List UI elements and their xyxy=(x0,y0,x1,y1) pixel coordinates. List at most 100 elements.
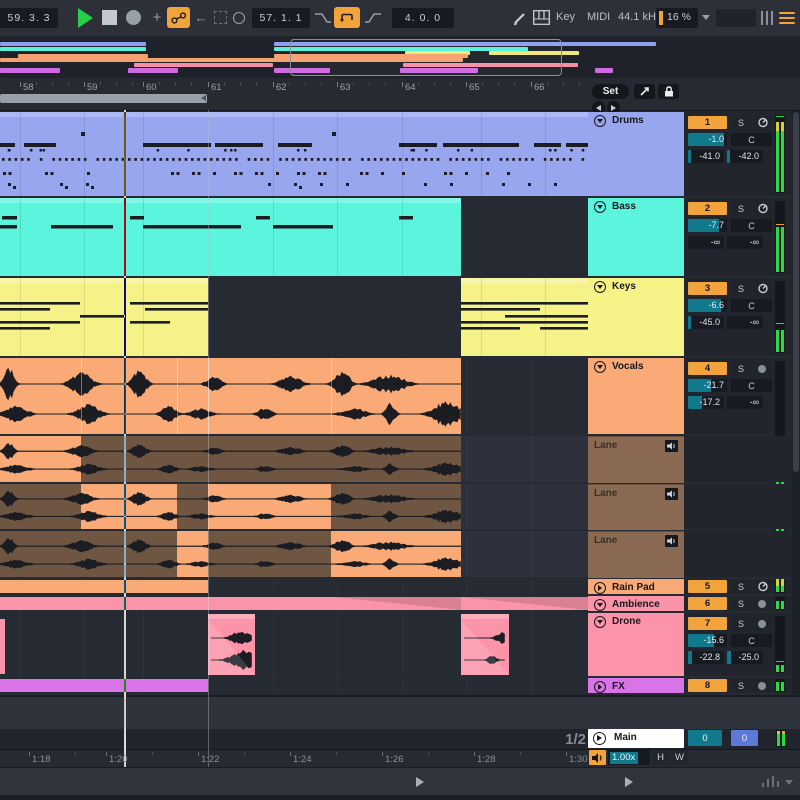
capture-midi-button[interactable] xyxy=(231,7,247,28)
send-a-slider[interactable]: -22.8 xyxy=(688,651,724,664)
pan-dial[interactable]: C xyxy=(731,219,772,232)
arm-record-button[interactable] xyxy=(754,202,772,215)
arm-record-button[interactable] xyxy=(754,116,772,129)
clip-drone-sliver[interactable] xyxy=(0,619,5,674)
send-a-slider[interactable]: -41.0 xyxy=(688,150,724,163)
scrollbar-handle[interactable] xyxy=(793,112,799,472)
punch-in-icon[interactable] xyxy=(314,12,332,24)
pan-dial[interactable]: C xyxy=(731,634,772,647)
solo-button[interactable]: S xyxy=(731,580,751,593)
pan-dial[interactable]: C xyxy=(731,299,772,312)
arm-record-button[interactable] xyxy=(754,679,772,692)
solo-button[interactable]: S xyxy=(731,282,751,295)
solo-button[interactable]: S xyxy=(731,679,751,692)
volume-slider[interactable]: -1.0 xyxy=(688,133,727,146)
cpu-dropdown-caret[interactable] xyxy=(702,15,710,20)
track-preview-play-button[interactable] xyxy=(625,777,633,787)
main-pan-box[interactable]: 0 xyxy=(731,730,758,746)
track-number-button[interactable]: 3 xyxy=(688,282,727,295)
send-b-slider[interactable]: -∞ xyxy=(727,396,763,409)
clip-drone-1[interactable] xyxy=(208,614,255,675)
track-number-button[interactable]: 5 xyxy=(688,580,727,593)
track-header-drone[interactable]: Drone xyxy=(588,613,684,676)
lane-audition-button[interactable] xyxy=(665,488,678,500)
lane-audition-button[interactable] xyxy=(665,440,678,452)
arrangement-position-display[interactable]: 59. 3. 3 xyxy=(0,8,58,28)
computer-midi-keyboard-icon[interactable] xyxy=(533,10,550,25)
track-number-button[interactable]: 4 xyxy=(688,362,727,375)
clip-lane-drone[interactable] xyxy=(0,613,588,676)
fold-track-button[interactable] xyxy=(594,115,606,127)
reenable-automation-button[interactable]: ← xyxy=(193,7,209,28)
clip-lane-bass[interactable] xyxy=(0,198,588,276)
volume-slider[interactable]: -6.6 xyxy=(688,299,727,312)
menu-hamburger-icon[interactable] xyxy=(779,9,795,27)
clip-drone-2[interactable] xyxy=(461,614,509,675)
arm-record-button[interactable] xyxy=(754,362,772,375)
track-number-button[interactable]: 1 xyxy=(688,116,727,129)
send-b-slider[interactable]: -25.0 xyxy=(727,651,763,664)
playback-speed-box[interactable]: 1.00x xyxy=(608,750,650,765)
track-header-ambience[interactable]: Ambience xyxy=(588,596,684,611)
volume-slider[interactable]: -7.7 xyxy=(688,219,727,232)
fold-track-button[interactable] xyxy=(594,616,606,628)
fold-track-button[interactable] xyxy=(594,582,606,594)
solo-button[interactable]: S xyxy=(731,202,751,215)
send-b-slider[interactable]: -∞ xyxy=(727,316,763,329)
arm-record-button[interactable] xyxy=(754,282,772,295)
arrangement-overview[interactable] xyxy=(0,36,800,79)
clip-height-button[interactable]: H xyxy=(652,750,669,765)
play-button[interactable] xyxy=(78,8,93,28)
track-number-button[interactable]: 7 xyxy=(688,617,727,630)
fold-track-button[interactable] xyxy=(594,599,606,611)
overview-view-box[interactable] xyxy=(290,39,562,76)
track-header-drums[interactable]: Drums xyxy=(588,112,684,196)
automation-mode-button[interactable] xyxy=(167,7,190,28)
add-locator-button[interactable]: + xyxy=(149,7,165,28)
lane-header-vocal-lane-2[interactable]: Lane xyxy=(588,484,684,530)
zoom-diagonal-button[interactable] xyxy=(634,84,655,99)
meter-dropdown-caret[interactable] xyxy=(785,780,793,785)
punch-out-icon[interactable] xyxy=(364,12,382,24)
track-header-rain-pad[interactable]: Rain Pad xyxy=(588,579,684,594)
volume-slider[interactable]: -15.6 xyxy=(688,634,727,647)
track-header-bass[interactable]: Bass xyxy=(588,198,684,276)
lane-header-vocal-lane-1[interactable]: Lane xyxy=(588,436,684,483)
lane-audition-button[interactable] xyxy=(665,535,678,547)
midi-map-button[interactable]: MIDI xyxy=(587,11,610,23)
send-b-slider[interactable]: -∞ xyxy=(727,236,763,249)
beat-time-ruler[interactable]: 585960616263646566 xyxy=(0,78,800,111)
solo-button[interactable]: S xyxy=(731,597,751,610)
clip-lane-vocal-lane-2[interactable] xyxy=(0,484,588,529)
clip-lane-vocal-lane-1[interactable] xyxy=(0,436,588,482)
draw-mode-pencil-icon[interactable] xyxy=(512,10,528,26)
arm-record-button[interactable] xyxy=(754,617,772,630)
fold-track-button[interactable] xyxy=(594,281,606,293)
clip-lane-ambience[interactable] xyxy=(0,596,588,611)
arrangement-overdub-button[interactable] xyxy=(211,7,229,28)
record-button[interactable] xyxy=(126,10,141,25)
loop-start-display[interactable]: 57. 1. 1 xyxy=(252,8,310,28)
pan-dial[interactable]: C xyxy=(731,379,772,392)
send-a-slider[interactable]: -17.2 xyxy=(688,396,724,409)
clip-fx[interactable] xyxy=(0,679,208,692)
pan-dial[interactable]: C xyxy=(731,133,772,146)
mini-meter-icon[interactable] xyxy=(760,774,782,790)
key-map-button[interactable]: Key xyxy=(556,11,575,23)
clip-rain-pad[interactable] xyxy=(0,580,208,593)
send-b-slider[interactable]: -42.0 xyxy=(727,150,763,163)
solo-button[interactable]: S xyxy=(731,362,751,375)
vertical-scrollbar[interactable] xyxy=(792,111,800,695)
send-a-slider[interactable]: -∞ xyxy=(688,236,724,249)
mixer-lines-icon[interactable] xyxy=(760,10,774,26)
clip-width-button[interactable]: W xyxy=(671,750,688,765)
loop-brace[interactable] xyxy=(0,94,207,103)
clip-lane-vocal-lane-3[interactable] xyxy=(0,531,588,577)
arm-record-button[interactable] xyxy=(754,580,772,593)
track-number-button[interactable]: 2 xyxy=(688,202,727,215)
main-volume-box[interactable]: 0 xyxy=(688,730,722,746)
track-header-fx[interactable]: FX xyxy=(588,678,684,693)
clip-preview-play-button[interactable] xyxy=(416,777,424,787)
send-a-slider[interactable]: -45.0 xyxy=(688,316,724,329)
set-locator-button[interactable]: Set xyxy=(592,84,629,99)
